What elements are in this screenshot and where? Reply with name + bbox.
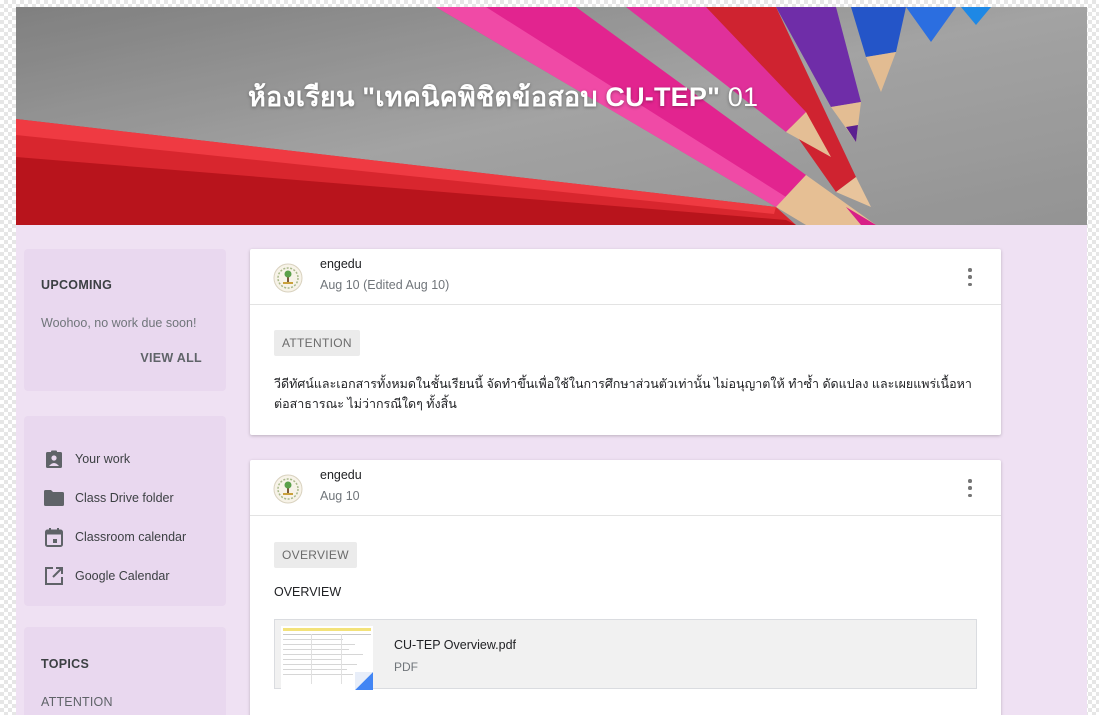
google-calendar-label: Google Calendar	[75, 569, 170, 583]
topics-card: TOPICS ATTENTION	[24, 627, 226, 715]
class-drive-folder-label: Class Drive folder	[75, 491, 174, 505]
attachment-filename: CU-TEP Overview.pdf	[394, 638, 517, 652]
upcoming-message: Woohoo, no work due soon!	[41, 316, 197, 330]
post-topic-chip[interactable]: OVERVIEW	[274, 542, 357, 568]
classroom-frame: ห้องเรียน "เทคนิคพิชิตข้อสอบ CU-TEP" 01 …	[16, 7, 1087, 715]
class-banner: ห้องเรียน "เทคนิคพิชิตข้อสอบ CU-TEP" 01	[16, 7, 1087, 225]
more-options-icon[interactable]	[965, 267, 975, 287]
upcoming-heading: UPCOMING	[41, 278, 113, 292]
pdf-thumbnail	[281, 626, 373, 690]
post-header: engedu Aug 10 (Edited Aug 10)	[250, 249, 1001, 305]
post-date: Aug 10 (Edited Aug 10)	[320, 278, 450, 292]
post-text: OVERVIEW	[274, 585, 342, 599]
author-avatar	[273, 474, 303, 504]
google-calendar-link[interactable]: Google Calendar	[43, 563, 170, 589]
stream-post: engedu Aug 10 OVERVIEW OVERVIEW CU-TEP O…	[250, 460, 1001, 715]
class-title-number: 01	[727, 82, 759, 112]
post-date: Aug 10	[320, 489, 360, 503]
class-title: ห้องเรียน "เทคนิคพิชิตข้อสอบ CU-TEP" 01	[248, 75, 758, 118]
post-header: engedu Aug 10	[250, 460, 1001, 516]
your-work-link[interactable]: Your work	[43, 446, 130, 472]
stream-post: engedu Aug 10 (Edited Aug 10) ATTENTION …	[250, 249, 1001, 435]
post-author: engedu	[320, 257, 362, 271]
post-body: วีดีทัศน์และเอกสารทั้งหมดในชั้นเรียนนี้ …	[274, 377, 972, 411]
topics-heading: TOPICS	[41, 657, 90, 671]
classroom-calendar-label: Classroom calendar	[75, 530, 187, 544]
view-all-link[interactable]: VIEW ALL	[140, 351, 202, 365]
attachment-card[interactable]: CU-TEP Overview.pdf PDF	[274, 619, 977, 690]
your-work-label: Your work	[75, 452, 131, 466]
folder-icon	[43, 487, 65, 509]
open-in-new-icon	[43, 565, 65, 587]
assignment-ind-icon	[43, 448, 65, 470]
more-options-icon[interactable]	[965, 478, 975, 498]
classroom-calendar-link[interactable]: Classroom calendar	[43, 524, 186, 550]
post-author: engedu	[320, 468, 362, 482]
calendar-icon	[43, 526, 65, 548]
author-avatar	[273, 263, 303, 293]
attachment-filetype: PDF	[394, 660, 418, 674]
class-title-text: ห้องเรียน "เทคนิคพิชิตข้อสอบ CU-TEP"	[248, 82, 721, 112]
topic-link-attention[interactable]: ATTENTION	[41, 695, 113, 709]
class-drive-folder-link[interactable]: Class Drive folder	[43, 485, 174, 511]
post-topic-chip[interactable]: ATTENTION	[274, 330, 360, 356]
upcoming-card: UPCOMING Woohoo, no work due soon! VIEW …	[24, 249, 226, 391]
class-links-card: Your work Class Drive folder Classroom c…	[24, 416, 226, 606]
